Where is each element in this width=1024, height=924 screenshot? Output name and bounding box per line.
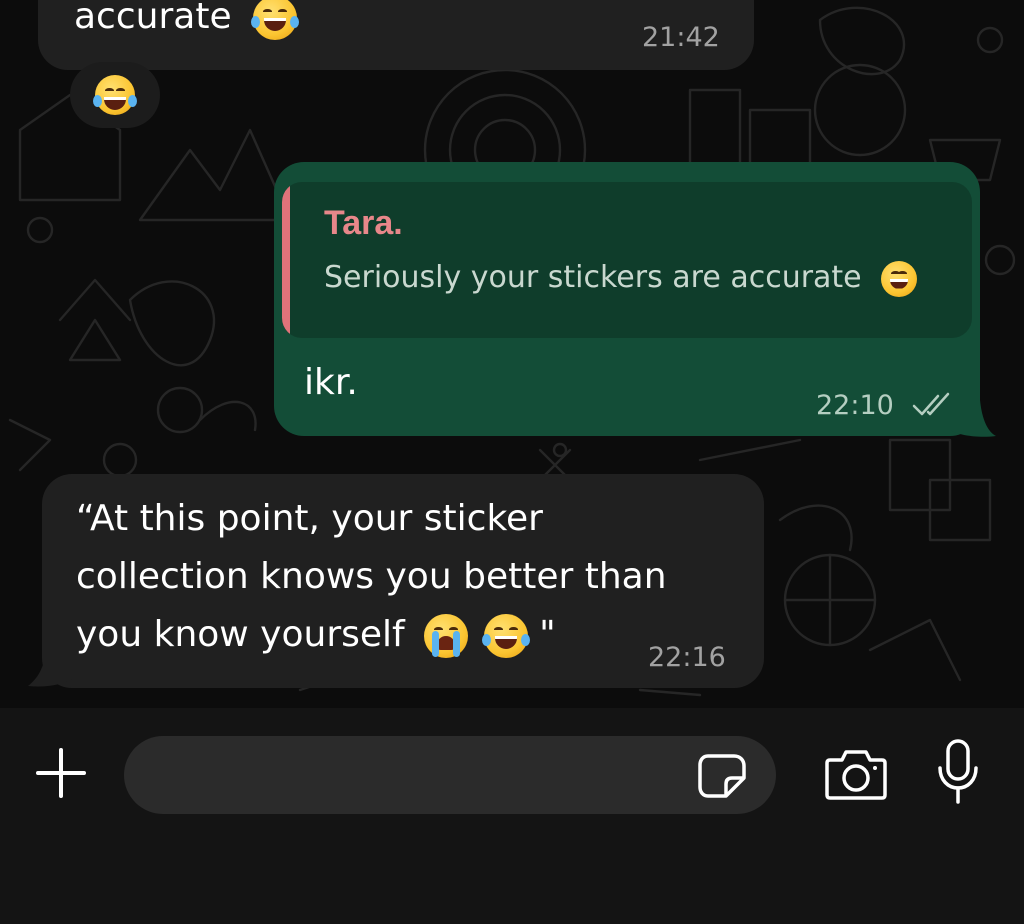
reaction-badge[interactable]	[70, 62, 160, 128]
loudly-crying-emoji	[424, 614, 469, 658]
message-time: 22:10	[816, 390, 894, 421]
message-text-line: “At this point, your sticker	[76, 498, 543, 539]
sticker-icon[interactable]	[696, 752, 748, 800]
camera-icon[interactable]	[824, 746, 888, 802]
message-time: 22:16	[648, 642, 726, 673]
message-input[interactable]	[124, 736, 776, 814]
message-text: "	[539, 614, 556, 655]
incoming-message-bubble[interactable]: accurate 21:42	[38, 0, 754, 70]
message-text-line: you know yourself "	[76, 606, 556, 664]
bubble-tail	[950, 400, 996, 437]
message-text-line: collection knows you better than	[76, 556, 667, 597]
message-text: you know yourself	[76, 614, 405, 655]
quoted-message[interactable]: Tara. Seriously your stickers are accura…	[282, 182, 972, 338]
tears-of-joy-emoji	[93, 75, 137, 115]
quote-text-row: Seriously your stickers are accurate	[324, 260, 918, 297]
laughing-cat-emoji	[881, 260, 918, 297]
laughing-cat-emoji	[251, 0, 300, 40]
tears-of-joy-emoji	[481, 614, 530, 658]
quote-text: Seriously your stickers are accurate	[324, 260, 862, 295]
quote-author: Tara.	[324, 204, 403, 242]
bubble-tail	[28, 650, 74, 687]
chat-area[interactable]: accurate 21:42 Tara. Seriously your stic…	[0, 0, 1024, 708]
message-text: ikr.	[304, 362, 358, 403]
message-text: accurate	[74, 0, 232, 37]
plus-icon[interactable]	[30, 742, 92, 804]
message-time: 21:42	[642, 22, 720, 53]
quote-accent-bar	[282, 182, 290, 338]
double-check-icon	[912, 392, 950, 416]
microphone-icon[interactable]	[934, 738, 982, 806]
